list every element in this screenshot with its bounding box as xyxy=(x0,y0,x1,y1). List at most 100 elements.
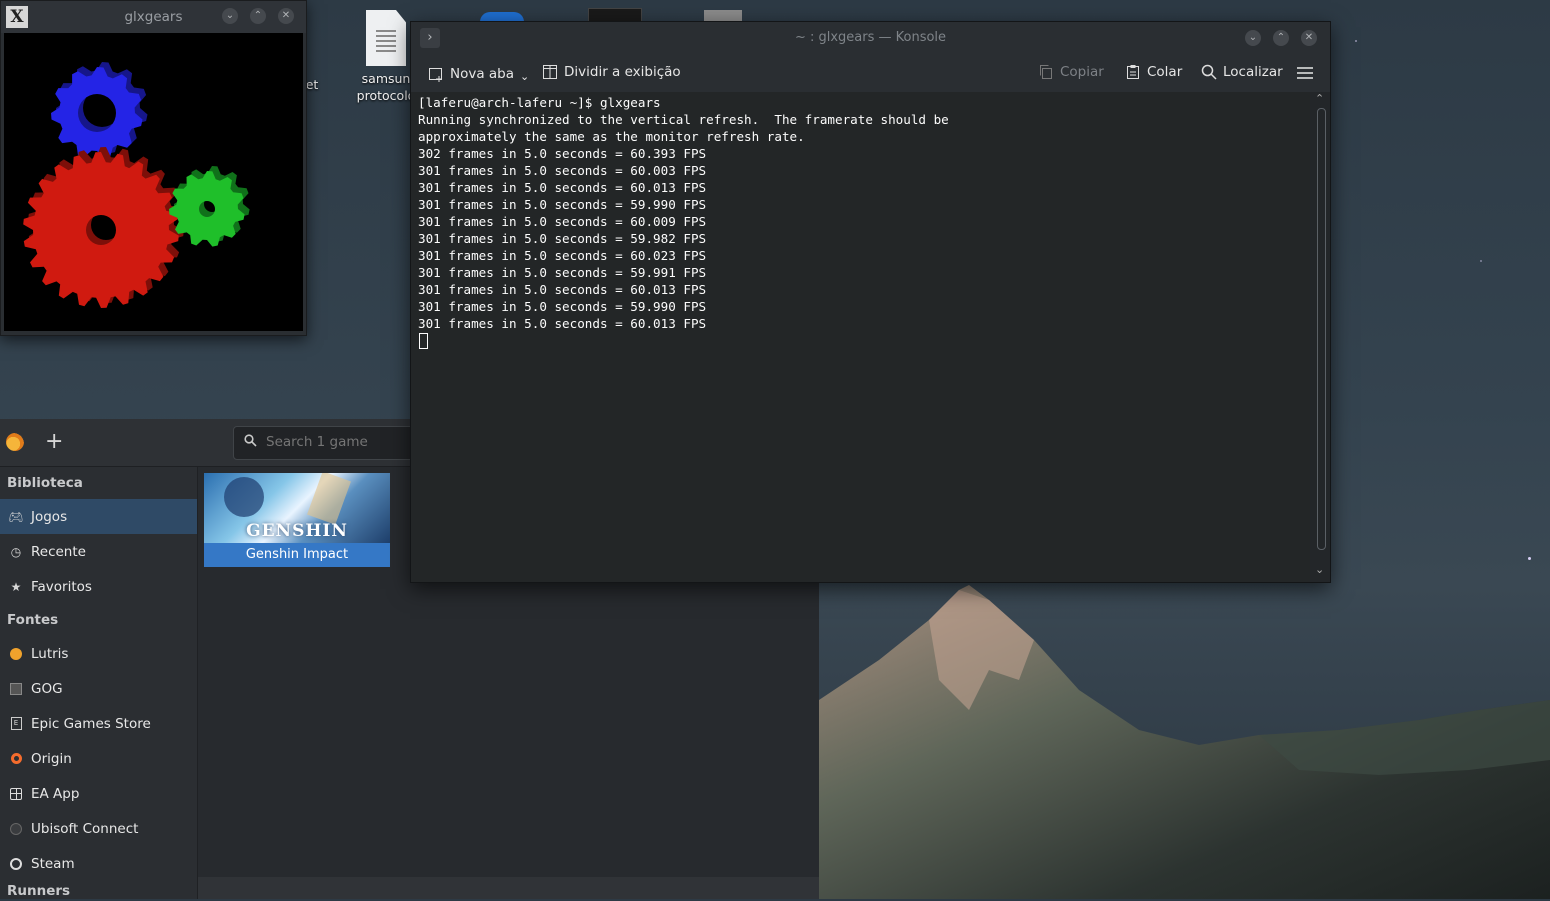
document-icon xyxy=(366,10,406,66)
terminal-line: 301 frames in 5.0 seconds = 59.990 FPS xyxy=(418,197,707,212)
sidebar-item-label: Epic Games Store xyxy=(31,715,151,732)
epic-icon: E xyxy=(9,717,23,731)
lutris-bottom-bar xyxy=(198,877,819,899)
sidebar-item-label: EA App xyxy=(31,785,80,802)
new-tab-label: Nova aba xyxy=(450,65,515,82)
terminal-line: 301 frames in 5.0 seconds = 60.013 FPS xyxy=(418,282,707,297)
terminal-scrollbar[interactable]: ⌃ ⌄ xyxy=(1314,92,1326,576)
sidebar-section-library: Biblioteca xyxy=(7,475,83,491)
terminal-line: 301 frames in 5.0 seconds = 59.982 FPS xyxy=(418,231,707,246)
sidebar-item-label: Lutris xyxy=(31,645,69,662)
search-input[interactable] xyxy=(264,433,428,451)
hamburger-menu-icon xyxy=(1297,67,1313,79)
new-tab-icon xyxy=(429,67,442,82)
scroll-down-arrow-icon[interactable]: ⌄ xyxy=(1315,563,1324,576)
terminal-line: 301 frames in 5.0 seconds = 60.003 FPS xyxy=(418,163,707,178)
search-icon xyxy=(244,434,257,447)
blue-gear xyxy=(51,62,148,159)
copy-icon xyxy=(1040,65,1052,79)
sidebar-item-ubisoft[interactable]: Ubisoft Connect xyxy=(0,811,197,846)
terminal-line: 301 frames in 5.0 seconds = 60.009 FPS xyxy=(418,214,707,229)
game-tile-genshin[interactable]: GENSHIN Genshin Impact xyxy=(204,473,390,567)
paste-icon xyxy=(1127,65,1139,79)
copy-button[interactable]: Copiar xyxy=(1038,64,1104,80)
sidebar-item-origin[interactable]: Origin xyxy=(0,741,197,776)
konsole-title: ~ : glxgears — Konsole xyxy=(794,30,947,45)
terminal-line: 301 frames in 5.0 seconds = 60.013 FPS xyxy=(418,316,707,331)
gog-icon xyxy=(9,682,23,696)
konsole-titlebar[interactable]: › ~ : glxgears — Konsole ⌄ ⌃ ✕ xyxy=(411,22,1330,54)
terminal-line: [laferu@arch-laferu ~]$ glxgears xyxy=(418,95,661,110)
split-view-button[interactable]: Dividir a exibição xyxy=(542,64,681,80)
find-label: Localizar xyxy=(1223,64,1283,80)
sidebar-item-label: GOG xyxy=(31,680,63,697)
wallpaper-mountain xyxy=(819,585,1550,899)
game-cover-logo: GENSHIN xyxy=(246,521,348,541)
sidebar-item-jogos[interactable]: 🎮︎ Jogos xyxy=(0,499,197,534)
terminal-cursor xyxy=(419,333,428,349)
close-button[interactable]: ✕ xyxy=(278,8,294,24)
origin-icon xyxy=(9,752,23,766)
game-title: Genshin Impact xyxy=(245,547,349,562)
star xyxy=(1355,40,1357,42)
game-cover-image: GENSHIN xyxy=(204,473,390,543)
sidebar-item-label: Jogos xyxy=(31,508,68,525)
sidebar-item-lutris[interactable]: Lutris xyxy=(0,636,197,671)
chevron-down-icon: ⌄ xyxy=(520,70,530,83)
sidebar-item-label: Recente xyxy=(31,543,86,560)
lutris-icon xyxy=(9,647,23,661)
split-view-icon xyxy=(543,65,557,79)
sidebar-item-ea[interactable]: EA App xyxy=(0,776,197,811)
sidebar-item-label: Origin xyxy=(31,750,72,767)
search-field[interactable] xyxy=(233,426,435,460)
lutris-sidebar: Biblioteca 🎮︎ Jogos ◷ Recente ★ Favorito… xyxy=(0,467,198,899)
clock-icon: ◷ xyxy=(10,544,22,559)
search-icon xyxy=(1201,64,1217,80)
sidebar-item-epic[interactable]: E Epic Games Store xyxy=(0,706,197,741)
hamburger-menu-button[interactable] xyxy=(1297,65,1313,81)
sidebar-item-recente[interactable]: ◷ Recente xyxy=(0,534,197,569)
terminal-prompt-line xyxy=(411,332,1310,353)
minimize-button[interactable]: ⌄ xyxy=(222,8,238,24)
gamepad-icon: 🎮︎ xyxy=(8,509,24,524)
sidebar-item-label: Ubisoft Connect xyxy=(31,820,139,837)
sidebar-section-runners: Runners xyxy=(7,883,71,899)
minimize-button[interactable]: ⌄ xyxy=(1245,30,1261,46)
maximize-button[interactable]: ⌃ xyxy=(250,8,266,24)
find-button[interactable]: Localizar xyxy=(1201,64,1283,80)
terminal-line: 301 frames in 5.0 seconds = 60.023 FPS xyxy=(418,248,707,263)
star xyxy=(1528,557,1531,560)
paste-label: Colar xyxy=(1147,64,1183,80)
close-button[interactable]: ✕ xyxy=(1301,30,1317,46)
scroll-up-arrow-icon[interactable]: ⌃ xyxy=(1315,92,1324,105)
star xyxy=(1480,260,1482,262)
paste-button[interactable]: Colar xyxy=(1125,64,1182,80)
sidebar-item-steam[interactable]: Steam xyxy=(0,846,197,881)
sidebar-item-gog[interactable]: GOG xyxy=(0,671,197,706)
ea-icon xyxy=(9,787,23,801)
sidebar-item-label: Steam xyxy=(31,855,75,872)
terminal-line: 301 frames in 5.0 seconds = 59.990 FPS xyxy=(418,299,707,314)
glxgears-titlebar[interactable]: X glxgears ⌄ ⌃ ✕ xyxy=(1,1,306,33)
terminal-output[interactable]: [laferu@arch-laferu ~]$ glxgears Running … xyxy=(411,92,1310,582)
star-icon: ★ xyxy=(10,579,22,594)
terminal-lines: [laferu@arch-laferu ~]$ glxgears Running … xyxy=(411,92,1310,332)
sidebar-item-favoritos[interactable]: ★ Favoritos xyxy=(0,569,197,604)
lutris-logo-icon[interactable] xyxy=(6,433,24,451)
scrollbar-thumb[interactable] xyxy=(1317,108,1326,550)
terminal-line: 301 frames in 5.0 seconds = 60.013 FPS xyxy=(418,180,707,195)
copy-label: Copiar xyxy=(1060,64,1104,80)
ubisoft-icon xyxy=(9,822,23,836)
new-tab-button[interactable]: Nova aba ⌄ xyxy=(428,64,529,83)
add-game-button[interactable]: + xyxy=(45,429,63,454)
maximize-button[interactable]: ⌃ xyxy=(1273,30,1289,46)
konsole-toolbar: Nova aba ⌄ Dividir a exibição Copiar Col… xyxy=(411,54,1330,92)
sidebar-section-sources: Fontes xyxy=(7,612,59,628)
glxgears-canvas xyxy=(4,33,303,331)
glxgears-window[interactable]: X glxgears ⌄ ⌃ ✕ xyxy=(0,0,307,336)
split-view-label: Dividir a exibição xyxy=(564,64,681,80)
terminal-line: 301 frames in 5.0 seconds = 59.991 FPS xyxy=(418,265,707,280)
terminal-line: 302 frames in 5.0 seconds = 60.393 FPS xyxy=(418,146,707,161)
konsole-window[interactable]: › ~ : glxgears — Konsole ⌄ ⌃ ✕ Nova aba … xyxy=(410,21,1331,583)
terminal-line: Running synchronized to the vertical ref… xyxy=(418,112,949,127)
